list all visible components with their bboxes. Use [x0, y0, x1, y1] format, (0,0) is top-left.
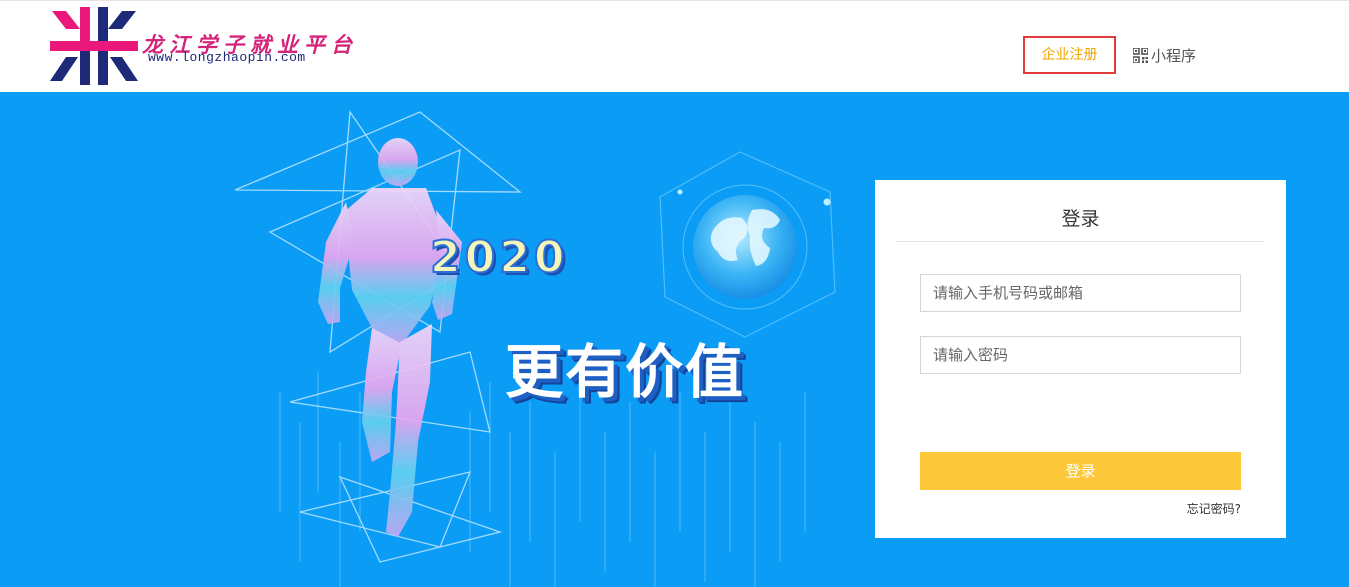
login-button[interactable]: 登录 [920, 452, 1241, 490]
mini-program-link[interactable]: 小程序 [1133, 44, 1196, 66]
login-card: 登录 登录 忘记密码? [875, 180, 1286, 538]
phone-email-input[interactable] [920, 274, 1241, 312]
hero-year: 2020 [429, 231, 569, 284]
hero-slogan: 更有价值 [505, 338, 746, 406]
divider [896, 241, 1265, 242]
password-input[interactable] [920, 336, 1241, 374]
logo-url: www.longzhaopin.com [148, 50, 306, 65]
globe-icon [659, 151, 836, 338]
header: 龙江学子就业平台 www.longzhaopin.com 企业注册 小程序 [0, 0, 1349, 92]
company-register-link[interactable]: 企业注册 [1023, 36, 1116, 74]
logo-mark-icon [50, 7, 138, 85]
logo[interactable]: 龙江学子就业平台 www.longzhaopin.com [50, 7, 352, 87]
forgot-password-link[interactable]: 忘记密码? [1187, 500, 1241, 517]
qr-code-icon [1133, 47, 1148, 63]
page: 龙江学子就业平台 www.longzhaopin.com 企业注册 小程序 20… [0, 0, 1349, 587]
mini-program-label: 小程序 [1151, 46, 1197, 65]
login-title: 登录 [1061, 208, 1100, 230]
